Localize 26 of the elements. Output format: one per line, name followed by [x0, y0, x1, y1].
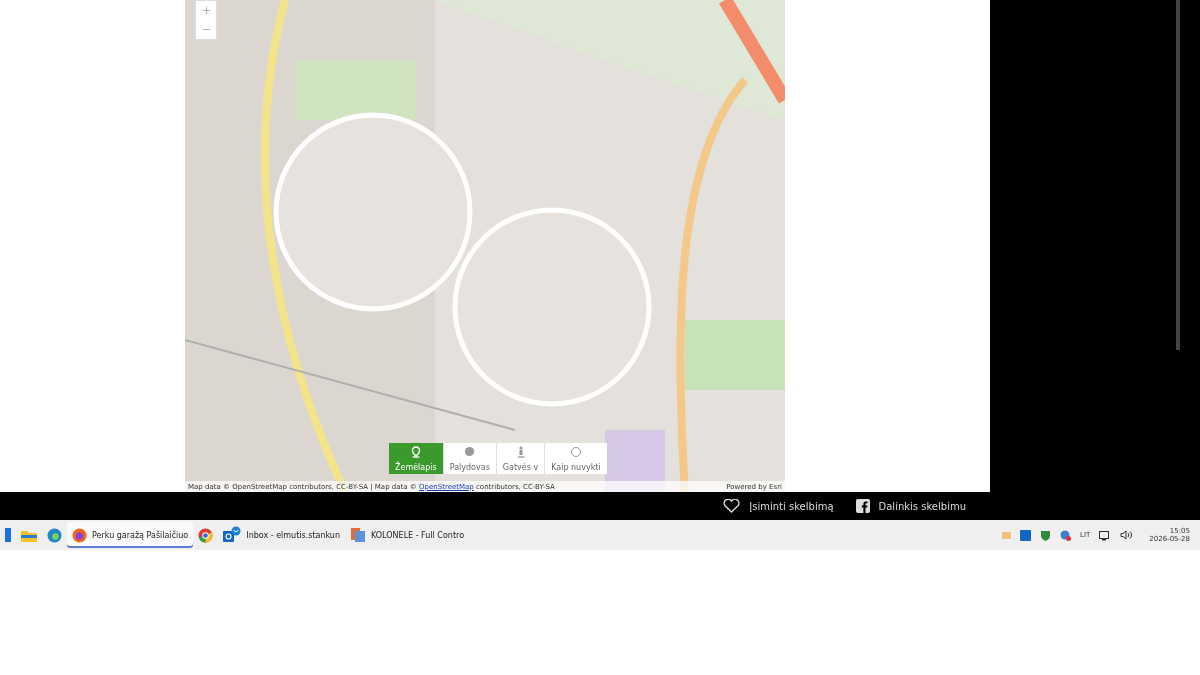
mail-app-icon[interactable] — [1020, 529, 1032, 541]
windows-icon — [5, 528, 11, 542]
firefox-icon — [72, 527, 87, 543]
facebook-icon — [855, 499, 870, 513]
scrollbar[interactable] — [1176, 0, 1180, 350]
action-link[interactable]: Įsiminti skelbimą — [723, 499, 834, 513]
security-icon[interactable] — [1060, 529, 1072, 541]
map-pin-icon — [409, 446, 422, 458]
taskbar-app[interactable]: Perku garažą Pašilaičiuo — [67, 522, 194, 548]
chrome-icon — [198, 527, 214, 543]
mail-app-icon — [223, 526, 242, 544]
document-app-icon — [350, 527, 366, 543]
folder-icon — [21, 528, 37, 542]
map-view-tab[interactable]: Kaip nuvykti — [545, 443, 607, 474]
taskbar-app[interactable]: KOLONELE - Full Contro — [345, 522, 470, 548]
action-link[interactable]: Dalinkis skelbimu — [855, 499, 966, 513]
plus-icon — [200, 5, 212, 16]
map-view-tab[interactable]: Palydovas — [443, 443, 496, 474]
taskbar-app[interactable]: Inbox - elmutis.stankun — [218, 522, 345, 548]
edge-icon — [47, 527, 62, 543]
shield-icon[interactable] — [1040, 529, 1052, 541]
speaker-icon[interactable] — [1120, 530, 1133, 540]
map-view-tab[interactable]: Gatvės v — [496, 443, 545, 474]
heart-icon — [723, 499, 741, 513]
map-view-tab[interactable]: Žemėlapis — [389, 443, 443, 474]
network-icon[interactable] — [1099, 529, 1112, 541]
